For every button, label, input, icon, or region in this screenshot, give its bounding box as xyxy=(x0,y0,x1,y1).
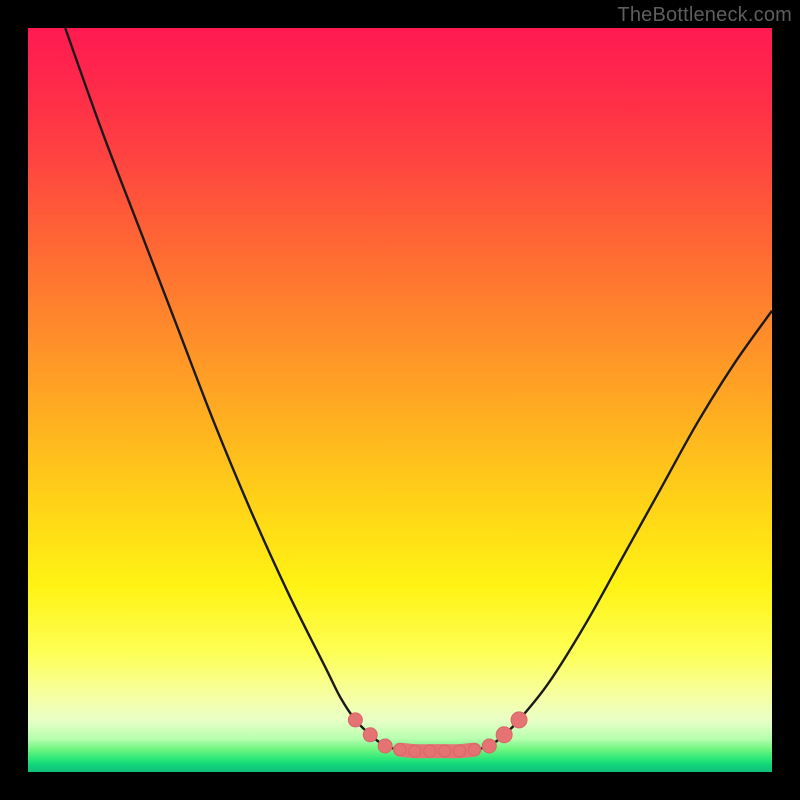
plot-area xyxy=(28,28,772,772)
curve-marker xyxy=(439,745,451,757)
curve-svg xyxy=(28,28,772,772)
curve-group xyxy=(65,28,772,751)
outer-frame: TheBottleneck.com xyxy=(0,0,800,800)
curve-marker xyxy=(424,745,436,757)
curve-marker xyxy=(511,712,527,728)
watermark-text: TheBottleneck.com xyxy=(617,4,792,27)
curve-marker xyxy=(496,727,512,743)
curve-marker xyxy=(409,745,421,757)
curve-marker xyxy=(348,713,362,727)
curve-marker xyxy=(454,745,466,757)
curve-marker xyxy=(482,739,496,753)
curve-marker xyxy=(394,744,406,756)
curve-marker xyxy=(363,728,377,742)
bottleneck-curve xyxy=(65,28,772,751)
curve-marker xyxy=(468,744,480,756)
curve-marker xyxy=(378,739,392,753)
